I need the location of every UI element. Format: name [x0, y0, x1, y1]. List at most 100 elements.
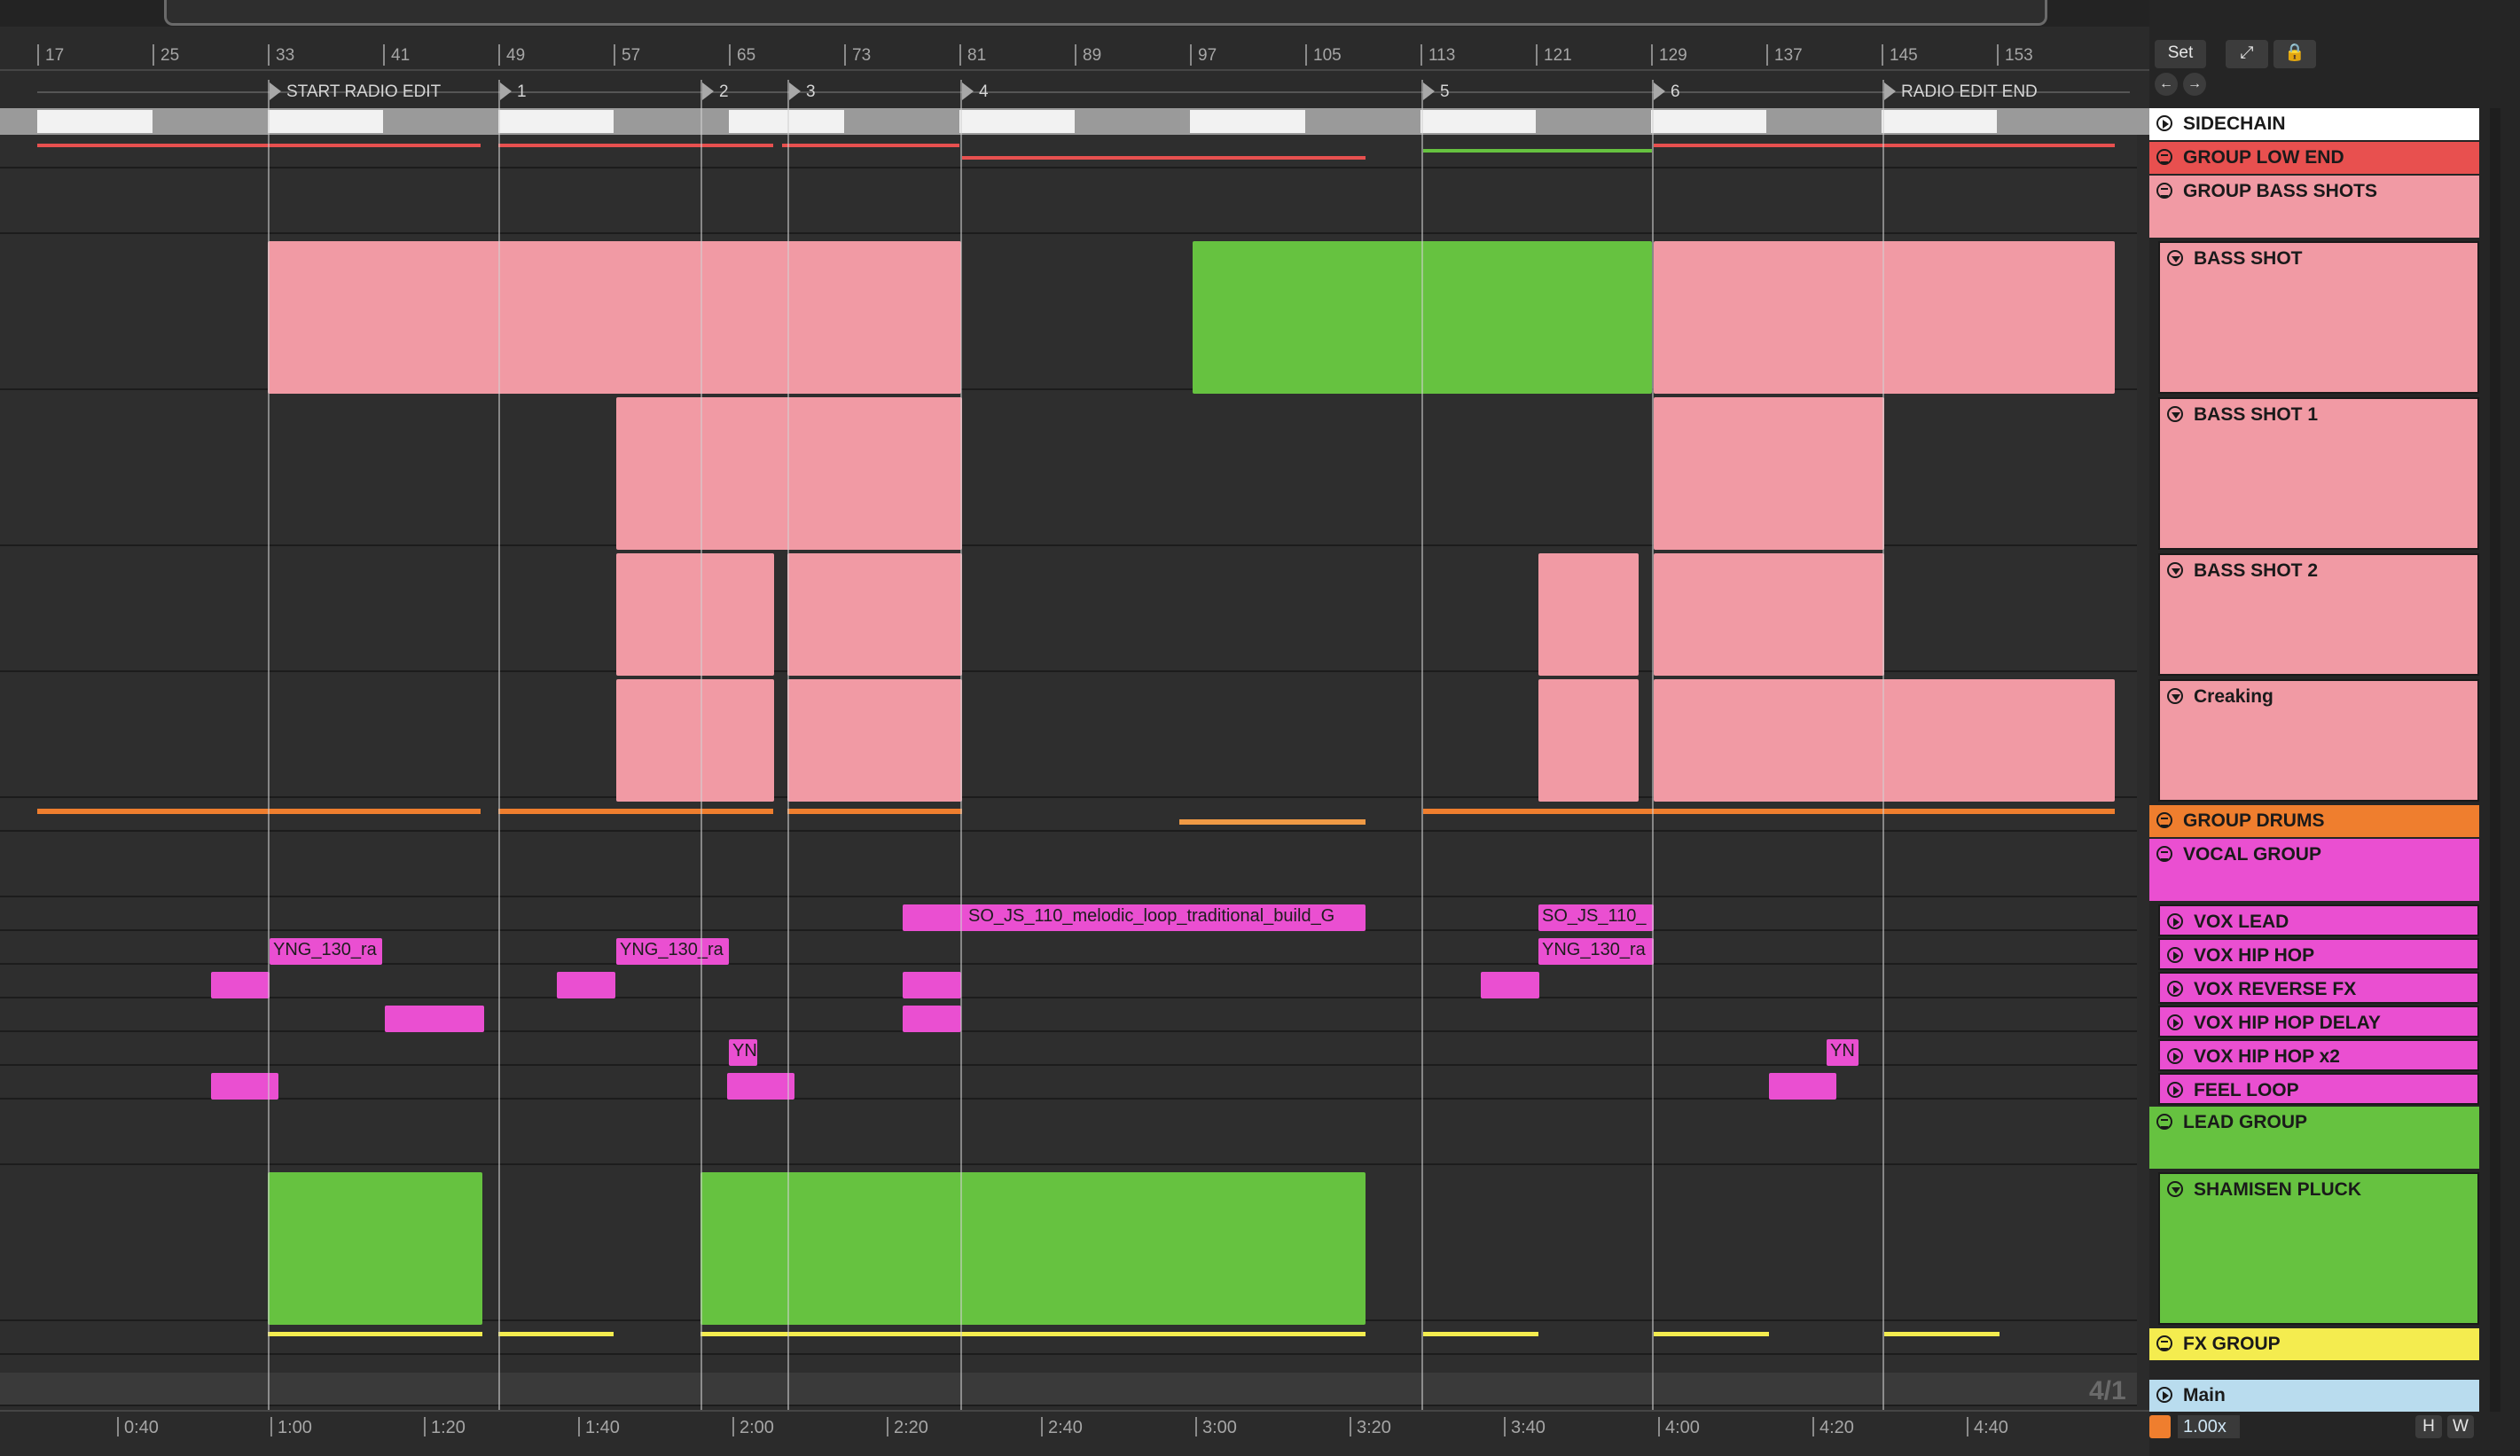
vox-hip-hop-clip[interactable]: YNG_130_ra [270, 938, 382, 965]
bass-shot-2-clip[interactable] [1538, 553, 1639, 676]
chevron-down-icon[interactable] [2167, 406, 2183, 422]
track-sidechain[interactable]: SIDECHAIN [2149, 108, 2479, 140]
locator-1[interactable]: 1 [500, 82, 527, 103]
locator-radio-edit-end[interactable]: RADIO EDIT END [1884, 82, 2038, 103]
arrangement-view[interactable]: SO_JS_110_melodic_loop_traditional_build… [0, 135, 2137, 1407]
creaking-clip[interactable] [1654, 679, 2115, 802]
track-main[interactable]: Main [2149, 1380, 2479, 1412]
track-vocal-group[interactable]: VOCAL GROUP [2149, 839, 2479, 901]
vox-hip-hop-x2-clip[interactable]: YN [729, 1039, 757, 1066]
chevron-down-icon[interactable] [2167, 562, 2183, 578]
track-vox-hip-hop-delay[interactable]: VOX HIP HOP DELAY [2158, 1006, 2479, 1037]
time-ruler[interactable]: 0:40 1:00 1:20 1:40 2:00 2:20 2:40 3:00 … [0, 1410, 2149, 1447]
lane-group-drums[interactable] [0, 798, 2137, 832]
track-group-bass-shots[interactable]: GROUP BASS SHOTS [2149, 176, 2479, 238]
bass-shot-2-clip[interactable] [616, 553, 774, 676]
bass-shot-clip[interactable] [1654, 241, 2115, 394]
locator-4[interactable]: 4 [962, 82, 989, 103]
group-icon[interactable] [2156, 149, 2172, 165]
group-icon[interactable] [2156, 846, 2172, 862]
play-icon[interactable] [2167, 913, 2183, 929]
group-icon[interactable] [2156, 1335, 2172, 1351]
chevron-down-icon[interactable] [2167, 1181, 2183, 1197]
track-bass-shot-2[interactable]: BASS SHOT 2 [2158, 553, 2479, 676]
locator-6[interactable]: 6 [1654, 82, 1680, 103]
vox-reverse-fx-clip[interactable] [211, 972, 270, 998]
locator-2[interactable]: 2 [702, 82, 729, 103]
vox-reverse-fx-clip[interactable] [903, 972, 961, 998]
bass-shot-2-clip[interactable] [1654, 553, 1884, 676]
vox-hip-hop-delay-clip[interactable] [385, 1006, 484, 1032]
play-icon[interactable] [2167, 981, 2183, 997]
lane-sidechain[interactable] [0, 135, 2137, 168]
feel-loop-clip[interactable] [1769, 1073, 1836, 1100]
track-group-low-end[interactable]: GROUP LOW END [2149, 142, 2479, 174]
play-icon[interactable] [2167, 1082, 2183, 1098]
beat-time-ruler[interactable]: 17 25 33 41 49 57 65 73 81 89 97 105 113… [0, 44, 2149, 71]
locator-start-radio-edit[interactable]: START RADIO EDIT [270, 82, 441, 103]
back-arrow-icon[interactable]: ← [2155, 73, 2178, 96]
lane-group-low-end[interactable] [0, 168, 2137, 234]
group-icon[interactable] [2156, 183, 2172, 199]
lane-main[interactable] [0, 1373, 2137, 1406]
track-vox-hip-hop[interactable]: VOX HIP HOP [2158, 938, 2479, 970]
vox-hip-hop-delay-clip[interactable] [903, 1006, 961, 1032]
lane-vox-reverse-fx[interactable] [0, 965, 2137, 998]
scrub-area[interactable] [0, 108, 2149, 135]
track-creaking[interactable]: Creaking [2158, 679, 2479, 802]
bass-shot-1-clip[interactable] [1654, 397, 1884, 550]
track-lead-group[interactable]: LEAD GROUP [2149, 1107, 2479, 1169]
expand-icon[interactable]: ⤢ [2226, 40, 2268, 68]
track-bass-shot-1[interactable]: BASS SHOT 1 [2158, 397, 2479, 550]
track-vox-reverse-fx[interactable]: VOX REVERSE FX [2158, 972, 2479, 1004]
track-group-drums[interactable]: GROUP DRUMS [2149, 805, 2479, 837]
group-icon[interactable] [2156, 1114, 2172, 1130]
lane-vox-hip-hop-x2[interactable] [0, 1032, 2137, 1066]
h-button[interactable]: H [2415, 1415, 2442, 1438]
overview-viewport[interactable] [164, 0, 2047, 26]
waveform-icon[interactable] [2149, 1415, 2171, 1438]
play-icon[interactable] [2156, 1387, 2172, 1403]
chevron-down-icon[interactable] [2167, 688, 2183, 704]
zoom-field[interactable]: 1.00x [2178, 1415, 2240, 1438]
track-vox-hip-hop-x2[interactable]: VOX HIP HOP x2 [2158, 1039, 2479, 1071]
creaking-clip[interactable] [1538, 679, 1639, 802]
vox-reverse-fx-clip[interactable] [557, 972, 615, 998]
bass-shot-1-clip[interactable] [616, 397, 962, 550]
vox-hip-hop-clip[interactable]: YNG_130_ra [1538, 938, 1654, 965]
lock-icon[interactable]: 🔒 [2273, 40, 2316, 68]
forward-arrow-icon[interactable]: → [2183, 73, 2206, 96]
vox-lead-clip[interactable]: SO_JS_110_melodic_loop_traditional_build… [903, 904, 1366, 931]
track-bass-shot[interactable]: BASS SHOT [2158, 241, 2479, 394]
lane-fx-group[interactable] [0, 1321, 2137, 1355]
locator-3[interactable]: 3 [789, 82, 816, 103]
shamisen-pluck-clip[interactable] [268, 1172, 482, 1325]
chevron-down-icon[interactable] [2167, 250, 2183, 266]
feel-loop-clip[interactable] [727, 1073, 794, 1100]
creaking-clip[interactable] [616, 679, 774, 802]
locator-5[interactable]: 5 [1423, 82, 1450, 103]
lane-lead-group[interactable] [0, 1100, 2137, 1165]
set-button[interactable]: Set [2155, 40, 2206, 68]
track-shamisen-pluck[interactable]: SHAMISEN PLUCK [2158, 1172, 2479, 1325]
arrangement-overview[interactable] [0, 0, 2149, 27]
track-vox-lead[interactable]: VOX LEAD [2158, 904, 2479, 936]
creaking-clip[interactable] [787, 679, 962, 802]
bass-shot-clip[interactable] [268, 241, 961, 394]
shamisen-pluck-clip[interactable] [700, 1172, 1366, 1325]
play-icon[interactable] [2167, 947, 2183, 963]
lane-vocal-group[interactable] [0, 832, 2137, 897]
vox-hip-hop-x2-clip[interactable]: YN [1827, 1039, 1859, 1066]
bass-shot-2-clip[interactable] [787, 553, 962, 676]
play-icon[interactable] [2167, 1014, 2183, 1030]
play-icon[interactable] [2167, 1048, 2183, 1064]
lane-vox-hip-hop-delay[interactable] [0, 998, 2137, 1032]
vox-lead-clip[interactable]: SO_JS_110_ [1538, 904, 1654, 931]
track-fx-group[interactable]: FX GROUP [2149, 1328, 2479, 1360]
track-feel-loop[interactable]: FEEL LOOP [2158, 1073, 2479, 1105]
play-icon[interactable] [2156, 115, 2172, 131]
w-button[interactable]: W [2447, 1415, 2474, 1438]
locator-lane[interactable]: START RADIO EDIT 1 2 3 4 5 6 RADIO EDIT … [0, 80, 2149, 106]
vox-reverse-fx-clip[interactable] [1481, 972, 1539, 998]
group-icon[interactable] [2156, 812, 2172, 828]
